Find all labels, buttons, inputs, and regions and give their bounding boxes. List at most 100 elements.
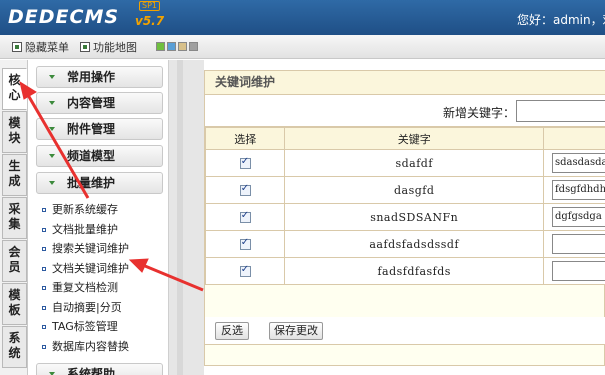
skin-swatch-green[interactable] — [156, 42, 165, 51]
new-keyword-label: 新增关键字： — [443, 106, 516, 120]
skin-switcher — [156, 42, 198, 51]
row-value-input[interactable] — [551, 234, 605, 254]
tab-templates[interactable]: 模板 — [2, 283, 27, 325]
row-checkbox[interactable] — [239, 264, 251, 277]
tab-system[interactable]: 系统 — [2, 326, 27, 368]
tab-modules[interactable]: 模块 — [2, 111, 27, 153]
main-panel: 关键词维护 新增关键字： 选择 关键字 sdafdf sdasdasdas — [204, 60, 605, 375]
bullet-icon — [42, 325, 46, 329]
menu-group-label: 附件管理 — [67, 122, 116, 136]
row-checkbox[interactable] — [239, 210, 251, 223]
expand-arrow-icon — [49, 101, 55, 105]
keyword-cell: fadsfdfasfds — [284, 257, 544, 285]
skin-swatch-gray[interactable] — [189, 42, 198, 51]
keyword-cell: aafdsfadsdssdf — [284, 230, 544, 258]
row-checkbox[interactable] — [239, 183, 251, 196]
menu-group-label: 内容管理 — [67, 96, 116, 110]
menu-group-channels[interactable]: 频道模型 — [36, 145, 163, 167]
bullet-icon — [42, 267, 46, 271]
keyword-table: 选择 关键字 sdafdf sdasdasdas dasgfd fdsgfdhd… — [204, 127, 605, 285]
tab-collect[interactable]: 采集 — [2, 197, 27, 239]
menu-group-content[interactable]: 内容管理 — [36, 92, 163, 114]
select-cell — [204, 257, 286, 285]
row-value-input[interactable]: dgfgsdga — [551, 207, 605, 227]
tab-members[interactable]: 会员 — [2, 240, 27, 282]
menu-item-tag-manage[interactable]: TAG标签管理 — [42, 320, 118, 334]
keyword-cell: sdafdf — [284, 149, 544, 177]
expand-arrow-icon — [49, 127, 55, 131]
bullet-icon — [42, 345, 46, 349]
panel-title: 关键词维护 — [205, 71, 605, 95]
bullet-icon — [42, 228, 46, 232]
expand-arrow-icon — [49, 181, 55, 185]
expand-arrow-icon — [49, 154, 55, 158]
menu-item-doc-batch[interactable]: 文档批量维护 — [42, 223, 118, 237]
row-checkbox[interactable] — [239, 156, 251, 169]
menu-item-auto-summary[interactable]: 自动摘要|分页 — [42, 301, 122, 315]
table-row: snadSDSANFn dgfgsdga — [204, 203, 605, 231]
skin-swatch-blue[interactable] — [167, 42, 176, 51]
column-header-keyword: 关键字 — [284, 127, 544, 150]
skin-swatch-tan[interactable] — [178, 42, 187, 51]
splitter-bar[interactable] — [177, 60, 183, 375]
user-greeting: 您好：admin，欢 — [517, 13, 605, 27]
table-row: aafdsfadsdssdf — [204, 230, 605, 258]
menu-group-attachments[interactable]: 附件管理 — [36, 118, 163, 140]
hide-menu-button[interactable]: 隐藏菜单 — [12, 39, 69, 55]
menu-item-label: 重复文档检测 — [52, 281, 118, 294]
keyword-maintenance-box: 关键词维护 新增关键字： 选择 关键字 sdafdf sdasdasdas — [204, 70, 605, 366]
bullet-icon — [42, 306, 46, 310]
table-row: sdafdf sdasdasdas — [204, 149, 605, 177]
tab-generate[interactable]: 生成 — [2, 154, 27, 196]
menu-item-update-cache[interactable]: 更新系统缓存 — [42, 203, 118, 217]
menu-group-batch[interactable]: 批量维护 — [36, 172, 163, 194]
left-menu: 常用操作 内容管理 附件管理 频道模型 批量维护 更新系统缓存 文档批量维护 搜… — [28, 60, 168, 375]
table-header-row: 选择 关键字 — [204, 127, 605, 150]
menu-item-label: 搜索关键词维护 — [52, 242, 129, 255]
edition-badge: SP1 — [139, 1, 160, 11]
top-header: DEDECMS SP1 v5.7 您好：admin，欢 — [0, 0, 605, 35]
value-cell: sdasdasdas — [542, 149, 605, 177]
menu-item-search-keywords[interactable]: 搜索关键词维护 — [42, 242, 129, 256]
menu-item-label: TAG标签管理 — [52, 320, 118, 333]
menu-item-label: 数据库内容替换 — [52, 340, 129, 353]
row-value-input[interactable] — [551, 261, 605, 281]
keyword-cell: dasgfd — [284, 176, 544, 204]
frame-splitter[interactable] — [168, 60, 204, 375]
toolbar: 隐藏菜单 功能地图 — [0, 35, 605, 59]
site-map-icon — [80, 42, 90, 52]
table-row: dasgfd fdsgfdhdhh — [204, 176, 605, 204]
menu-group-help[interactable]: 系统帮助 — [36, 363, 163, 375]
menu-item-duplicate-check[interactable]: 重复文档检测 — [42, 281, 118, 295]
site-map-button[interactable]: 功能地图 — [80, 39, 137, 55]
hide-menu-label: 隐藏菜单 — [25, 41, 69, 54]
menu-group-label: 系统帮助 — [67, 367, 116, 375]
column-header-select: 选择 — [204, 127, 286, 150]
invert-selection-button[interactable]: 反选 — [215, 322, 249, 340]
vertical-tab-bar: 核心 模块 生成 采集 会员 模板 系统 — [0, 60, 28, 375]
row-value-input[interactable]: fdsgfdhdhh — [551, 180, 605, 200]
row-value-input[interactable]: sdasdasdas — [551, 153, 605, 173]
new-keyword-input[interactable] — [516, 100, 605, 122]
menu-group-common[interactable]: 常用操作 — [36, 66, 163, 88]
menu-item-label: 文档关键词维护 — [52, 262, 129, 275]
menu-item-label: 自动摘要|分页 — [52, 301, 122, 314]
new-keyword-row: 新增关键字： — [205, 95, 605, 127]
menu-item-db-replace[interactable]: 数据库内容替换 — [42, 340, 129, 354]
keyword-cell: snadSDSANFn — [284, 203, 544, 231]
save-changes-button[interactable]: 保存更改 — [269, 322, 323, 340]
menu-item-doc-keywords[interactable]: 文档关键词维护 — [42, 262, 129, 276]
select-cell — [204, 230, 286, 258]
row-checkbox[interactable] — [239, 237, 251, 250]
value-cell: fdsgfdhdhh — [542, 176, 605, 204]
action-button-row: 反选 保存更改 — [205, 317, 605, 345]
menu-item-label: 文档批量维护 — [52, 223, 118, 236]
column-header-value — [542, 127, 605, 150]
bullet-icon — [42, 286, 46, 290]
bullet-icon — [42, 208, 46, 212]
menu-group-label: 频道模型 — [67, 149, 116, 163]
dedecms-logo: DEDECMS — [8, 6, 120, 28]
value-cell — [542, 257, 605, 285]
tab-core[interactable]: 核心 — [2, 68, 27, 110]
expand-arrow-icon — [49, 75, 55, 79]
